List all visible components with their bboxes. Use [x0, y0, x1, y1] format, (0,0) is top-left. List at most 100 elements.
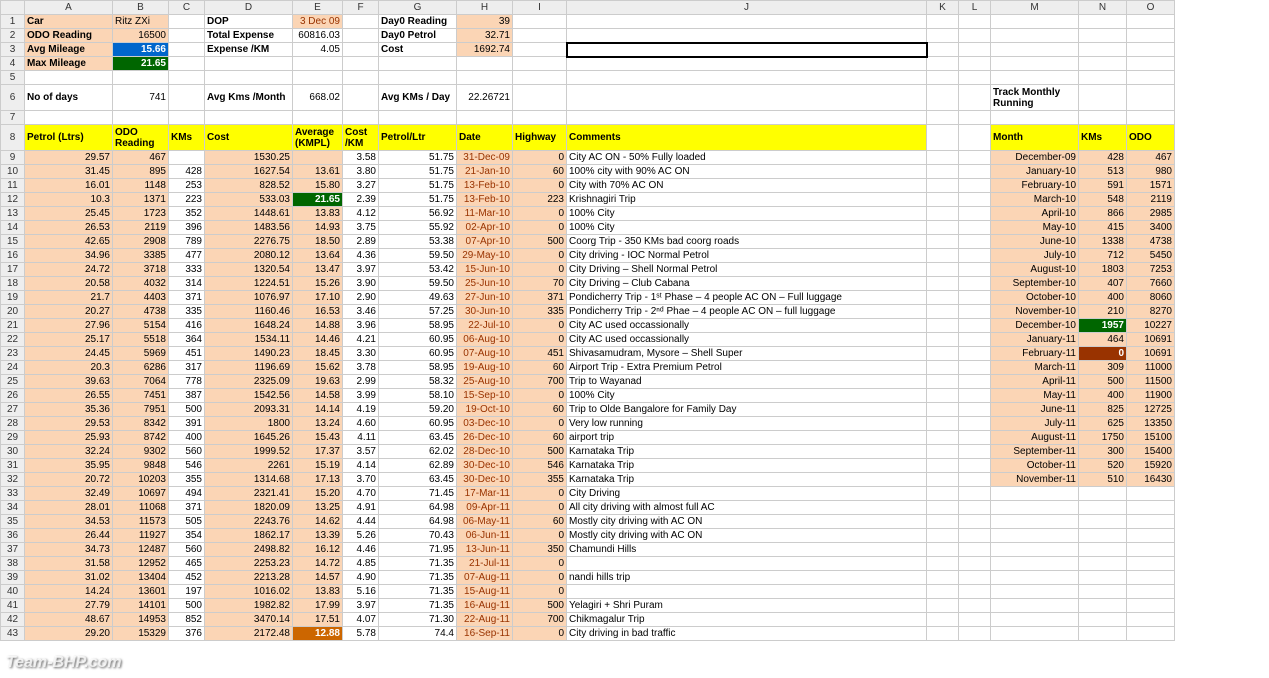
hdr-L[interactable]: [959, 125, 991, 151]
cell-E37[interactable]: 16.12: [293, 543, 343, 557]
cell-I33[interactable]: 0: [513, 487, 567, 501]
cell-L36[interactable]: [959, 529, 991, 543]
cell-F19[interactable]: 2.90: [343, 291, 379, 305]
cell-I32[interactable]: 355: [513, 473, 567, 487]
row-27[interactable]: 27: [1, 403, 25, 417]
cell-I26[interactable]: 0: [513, 389, 567, 403]
cell-I4[interactable]: [513, 57, 567, 71]
row-13[interactable]: 13: [1, 207, 25, 221]
cell-M9[interactable]: December-09: [991, 151, 1079, 165]
cell-A29[interactable]: 25.93: [25, 431, 113, 445]
cell-N33[interactable]: [1079, 487, 1127, 501]
cell-H38[interactable]: 21-Jul-11: [457, 557, 513, 571]
cell-B33[interactable]: 10697: [113, 487, 169, 501]
row-7[interactable]: 7: [1, 111, 25, 125]
cell-A13[interactable]: 25.45: [25, 207, 113, 221]
cell-B19[interactable]: 4403: [113, 291, 169, 305]
cell-C7[interactable]: [169, 111, 205, 125]
cell-K43[interactable]: [927, 627, 959, 641]
cell-I12[interactable]: 223: [513, 193, 567, 207]
cell-A18[interactable]: 20.58: [25, 277, 113, 291]
cell-I15[interactable]: 500: [513, 235, 567, 249]
hdr-A[interactable]: Petrol (Ltrs): [25, 125, 113, 151]
cell-D19[interactable]: 1076.97: [205, 291, 293, 305]
cell-N39[interactable]: [1079, 571, 1127, 585]
row-1[interactable]: 1: [1, 15, 25, 29]
cell-H12[interactable]: 13-Feb-10: [457, 193, 513, 207]
cell-E28[interactable]: 13.24: [293, 417, 343, 431]
hdr-F[interactable]: Cost /KM: [343, 125, 379, 151]
cell-N5[interactable]: [1079, 71, 1127, 85]
cell-B38[interactable]: 12952: [113, 557, 169, 571]
cell-E33[interactable]: 15.20: [293, 487, 343, 501]
cell-N4[interactable]: [1079, 57, 1127, 71]
cell-G31[interactable]: 62.89: [379, 459, 457, 473]
cell-N23[interactable]: 0: [1079, 347, 1127, 361]
cell-M27[interactable]: June-11: [991, 403, 1079, 417]
cell-A10[interactable]: 31.45: [25, 165, 113, 179]
cell-D23[interactable]: 1490.23: [205, 347, 293, 361]
cell-E17[interactable]: 13.47: [293, 263, 343, 277]
cell-O27[interactable]: 12725: [1127, 403, 1175, 417]
cell-H43[interactable]: 16-Sep-11: [457, 627, 513, 641]
cell-L43[interactable]: [959, 627, 991, 641]
cell-O10[interactable]: 980: [1127, 165, 1175, 179]
cell-F43[interactable]: 5.78: [343, 627, 379, 641]
cell-C35[interactable]: 505: [169, 515, 205, 529]
cell-M6[interactable]: Track Monthly Running: [991, 85, 1079, 111]
cell-H10[interactable]: 21-Jan-10: [457, 165, 513, 179]
cell-C24[interactable]: 317: [169, 361, 205, 375]
cell-L18[interactable]: [959, 277, 991, 291]
cell-J43[interactable]: City driving in bad traffic: [567, 627, 927, 641]
cell-G32[interactable]: 63.45: [379, 473, 457, 487]
cell-J30[interactable]: Karnataka Trip: [567, 445, 927, 459]
cell-H13[interactable]: 11-Mar-10: [457, 207, 513, 221]
cell-D33[interactable]: 2321.41: [205, 487, 293, 501]
cell-G15[interactable]: 53.38: [379, 235, 457, 249]
cell-K26[interactable]: [927, 389, 959, 403]
cell-L6[interactable]: [959, 85, 991, 111]
cell-E20[interactable]: 16.53: [293, 305, 343, 319]
row-11[interactable]: 11: [1, 179, 25, 193]
cell-C22[interactable]: 364: [169, 333, 205, 347]
cell-O37[interactable]: [1127, 543, 1175, 557]
cell-A16[interactable]: 34.96: [25, 249, 113, 263]
hdr-J[interactable]: Comments: [567, 125, 927, 151]
cell-G39[interactable]: 71.35: [379, 571, 457, 585]
cell-G13[interactable]: 56.92: [379, 207, 457, 221]
cell-L41[interactable]: [959, 599, 991, 613]
cell-H28[interactable]: 03-Dec-10: [457, 417, 513, 431]
cell-N12[interactable]: 548: [1079, 193, 1127, 207]
cell-L15[interactable]: [959, 235, 991, 249]
cell-G21[interactable]: 58.95: [379, 319, 457, 333]
cell-N41[interactable]: [1079, 599, 1127, 613]
cell-D15[interactable]: 2276.75: [205, 235, 293, 249]
cell-H1[interactable]: 39: [457, 15, 513, 29]
row-15[interactable]: 15: [1, 235, 25, 249]
cell-K28[interactable]: [927, 417, 959, 431]
cell-B20[interactable]: 4738: [113, 305, 169, 319]
cell-N16[interactable]: 712: [1079, 249, 1127, 263]
cell-J1[interactable]: [567, 15, 927, 29]
hdr-E[interactable]: Average (KMPL): [293, 125, 343, 151]
cell-N42[interactable]: [1079, 613, 1127, 627]
cell-I16[interactable]: 0: [513, 249, 567, 263]
cell-L4[interactable]: [959, 57, 991, 71]
cell-F15[interactable]: 2.89: [343, 235, 379, 249]
cell-D35[interactable]: 2243.76: [205, 515, 293, 529]
cell-F10[interactable]: 3.80: [343, 165, 379, 179]
cell-H17[interactable]: 15-Jun-10: [457, 263, 513, 277]
cell-E16[interactable]: 13.64: [293, 249, 343, 263]
cell-I43[interactable]: 0: [513, 627, 567, 641]
cell-C23[interactable]: 451: [169, 347, 205, 361]
cell-C12[interactable]: 223: [169, 193, 205, 207]
row-30[interactable]: 30: [1, 445, 25, 459]
cell-L11[interactable]: [959, 179, 991, 193]
col-I[interactable]: I: [513, 1, 567, 15]
row-36[interactable]: 36: [1, 529, 25, 543]
cell-J4[interactable]: [567, 57, 927, 71]
cell-J22[interactable]: City AC used occassionally: [567, 333, 927, 347]
cell-G29[interactable]: 63.45: [379, 431, 457, 445]
cell-O39[interactable]: [1127, 571, 1175, 585]
cell-J39[interactable]: nandi hills trip: [567, 571, 927, 585]
